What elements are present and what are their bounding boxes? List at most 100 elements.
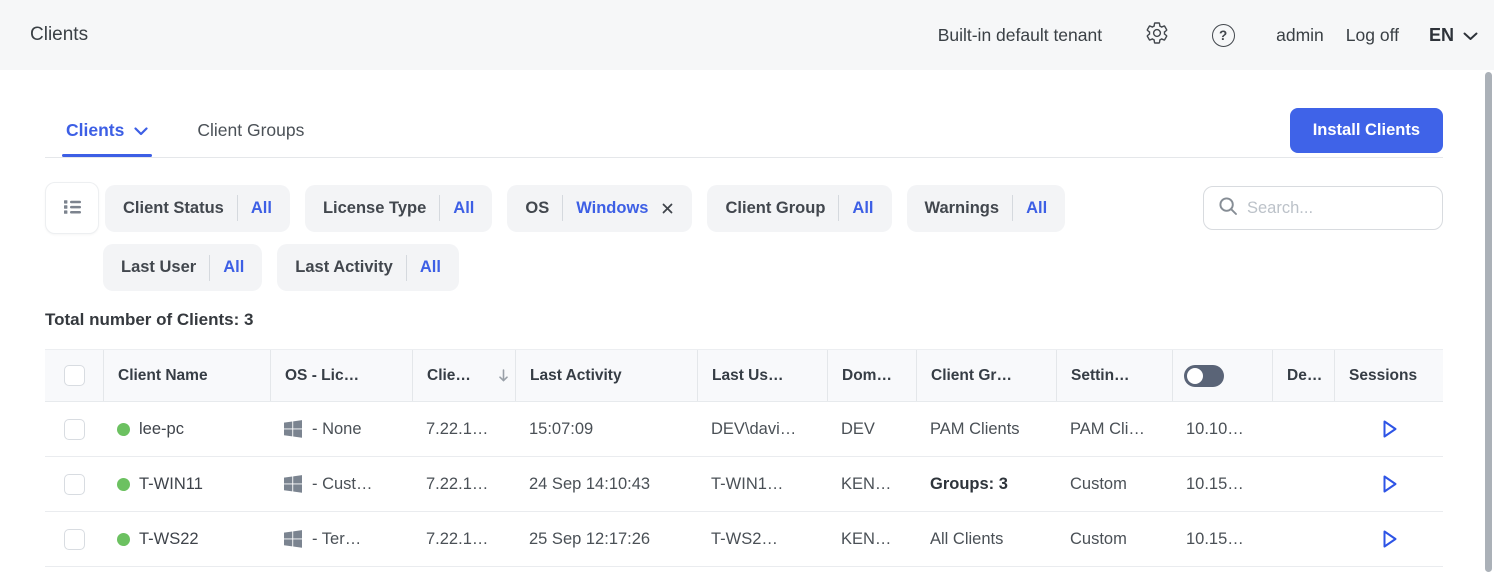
chevron-down-icon xyxy=(134,120,148,141)
chip-label: License Type xyxy=(323,199,426,218)
description-cell xyxy=(1272,457,1334,511)
client-name-cell[interactable]: T-WIN11 xyxy=(103,457,270,511)
row-checkbox-cell xyxy=(45,512,103,566)
client-group-cell[interactable]: Groups: 3 xyxy=(916,457,1056,511)
chip-divider xyxy=(209,255,210,281)
settings-cell: Custom xyxy=(1056,512,1172,566)
start-session-icon[interactable] xyxy=(1378,528,1400,550)
page-title: Clients xyxy=(30,24,88,46)
install-clients-button[interactable]: Install Clients xyxy=(1290,108,1443,153)
search-input[interactable] xyxy=(1247,199,1467,218)
filter-chip-warnings[interactable]: Warnings All xyxy=(907,185,1066,232)
chip-value[interactable]: All xyxy=(852,199,873,218)
license-type: - Ter… xyxy=(312,530,361,549)
column-chooser-button[interactable] xyxy=(45,182,99,234)
topbar-right: Built-in default tenant ? admin Log off … xyxy=(938,22,1478,48)
column-client-name[interactable]: Client Name xyxy=(103,350,270,401)
chip-value[interactable]: Windows xyxy=(576,199,648,218)
column-toggle-switch[interactable] xyxy=(1184,365,1224,387)
chip-value[interactable]: All xyxy=(251,199,272,218)
column-client-version[interactable]: Clie… xyxy=(412,350,515,401)
sort-descending-icon[interactable] xyxy=(497,368,510,383)
table-row[interactable]: T-WS22 - Ter… 7.22.1… 25 Sep 12:17:26 T-… xyxy=(45,512,1443,567)
last-user-cell: T-WIN1… xyxy=(697,457,827,511)
clients-total-summary: Total number of Clients: 3 xyxy=(45,310,1443,330)
help-button[interactable]: ? xyxy=(1210,22,1236,48)
chip-label: Last Activity xyxy=(295,258,393,277)
client-name-cell[interactable]: T-WS22 xyxy=(103,512,270,566)
column-last-user[interactable]: Last Us… xyxy=(697,350,827,401)
column-toggle-cell xyxy=(1172,350,1272,401)
vertical-scrollbar[interactable] xyxy=(1485,72,1492,572)
settings-cell: Custom xyxy=(1056,457,1172,511)
license-type: - None xyxy=(312,420,362,439)
description-cell xyxy=(1272,402,1334,456)
start-session-icon[interactable] xyxy=(1378,418,1400,440)
row-checkbox[interactable] xyxy=(64,419,85,440)
chip-label: Client Status xyxy=(123,199,224,218)
filter-chip-license-type[interactable]: License Type All xyxy=(305,185,492,232)
os-license-cell: - Cust… xyxy=(270,457,412,511)
settings-cell: PAM Cli… xyxy=(1056,402,1172,456)
chip-value[interactable]: All xyxy=(223,258,244,277)
last-user-cell: T-WS2… xyxy=(697,512,827,566)
column-client-group[interactable]: Client Gr… xyxy=(916,350,1056,401)
status-online-icon xyxy=(117,423,130,436)
description-cell xyxy=(1272,512,1334,566)
last-activity-cell: 25 Sep 12:17:26 xyxy=(515,512,697,566)
close-icon[interactable] xyxy=(661,202,674,215)
domain-cell: DEV xyxy=(827,402,916,456)
logoff-link[interactable]: Log off xyxy=(1346,25,1399,46)
row-checkbox[interactable] xyxy=(64,529,85,550)
chip-label: Client Group xyxy=(725,199,825,218)
user-name: admin xyxy=(1276,25,1324,46)
column-settings[interactable]: Settin… xyxy=(1056,350,1172,401)
chip-divider xyxy=(406,255,407,281)
filter-chip-client-status[interactable]: Client Status All xyxy=(105,185,290,232)
os-license-cell: - Ter… xyxy=(270,512,412,566)
filter-row-1: Client Status All License Type All OS Wi… xyxy=(45,182,1443,234)
client-name-cell[interactable]: lee-pc xyxy=(103,402,270,456)
license-type: - Cust… xyxy=(312,475,373,494)
table-row[interactable]: T-WIN11 - Cust… 7.22.1… 24 Sep 14:10:43 … xyxy=(45,457,1443,512)
windows-icon xyxy=(284,475,302,493)
main-content: Clients Client Groups Install Clients xyxy=(0,70,1494,567)
topbar: Clients Built-in default tenant ? admin … xyxy=(0,0,1494,70)
status-online-icon xyxy=(117,533,130,546)
column-last-activity[interactable]: Last Activity xyxy=(515,350,697,401)
settings-button[interactable] xyxy=(1144,22,1170,48)
toggle-knob xyxy=(1187,368,1203,384)
row-checkbox[interactable] xyxy=(64,474,85,495)
last-user-cell: DEV\davi… xyxy=(697,402,827,456)
select-all-checkbox[interactable] xyxy=(64,365,85,386)
chip-value[interactable]: All xyxy=(1026,199,1047,218)
tab-client-groups-label: Client Groups xyxy=(197,120,304,141)
filter-chips: Client Status All License Type All OS Wi… xyxy=(105,185,1065,232)
filter-chip-client-group[interactable]: Client Group All xyxy=(707,185,891,232)
filter-row-2: Last User All Last Activity All xyxy=(45,244,1443,291)
tabs: Clients Client Groups xyxy=(66,120,304,157)
client-version-cell: 7.22.1… xyxy=(412,512,515,566)
column-domain[interactable]: Dom… xyxy=(827,350,916,401)
chip-divider xyxy=(562,195,563,221)
header-checkbox-cell xyxy=(45,350,103,401)
table-row[interactable]: lee-pc - None 7.22.1… 15:07:09 DEV\davi…… xyxy=(45,402,1443,457)
column-description[interactable]: De… xyxy=(1272,350,1334,401)
column-sessions[interactable]: Sessions xyxy=(1334,350,1443,401)
filter-chip-os[interactable]: OS Windows xyxy=(507,185,692,232)
filter-chip-last-activity[interactable]: Last Activity All xyxy=(277,244,459,291)
clients-table: Client Name OS - Lic… Clie… Last Activit… xyxy=(45,349,1443,567)
chip-value[interactable]: All xyxy=(420,258,441,277)
start-session-icon[interactable] xyxy=(1378,473,1400,495)
filter-chip-last-user[interactable]: Last User All xyxy=(103,244,262,291)
domain-cell: KEN… xyxy=(827,512,916,566)
chip-label: Last User xyxy=(121,258,196,277)
address-cell: 10.15… xyxy=(1172,512,1272,566)
gear-icon xyxy=(1145,21,1169,50)
tab-client-groups[interactable]: Client Groups xyxy=(197,120,304,157)
chip-divider xyxy=(838,195,839,221)
tab-clients[interactable]: Clients xyxy=(66,120,148,157)
chip-value[interactable]: All xyxy=(453,199,474,218)
language-selector[interactable]: EN xyxy=(1429,25,1478,46)
column-os-license[interactable]: OS - Lic… xyxy=(270,350,412,401)
